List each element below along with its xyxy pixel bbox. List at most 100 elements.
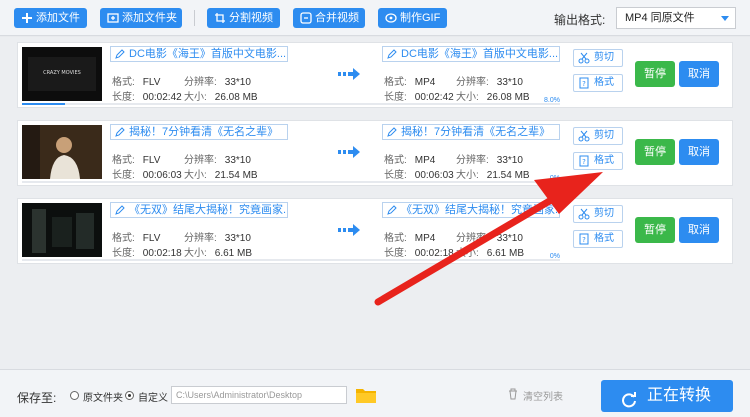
video-thumbnail: [22, 203, 102, 257]
source-format: 格式: FLV: [112, 233, 161, 244]
svg-text:?: ?: [582, 80, 586, 88]
plus-icon: [21, 12, 33, 24]
thumbnail-caption: CRAZY MOVIES: [43, 70, 81, 76]
pencil-icon: [115, 205, 125, 215]
right-arrows-icon: [338, 223, 362, 237]
scissors-icon: [578, 208, 590, 220]
source-resolution: 分辨率: 33*10: [184, 155, 251, 166]
progress-bar: [22, 259, 560, 261]
format-icon: ?: [578, 233, 590, 245]
add-file-label: 添加文件: [36, 12, 80, 24]
source-resolution: 分辨率: 33*10: [184, 233, 251, 244]
source-title-text: 揭秘！7分钟看清《无名之辈》: [129, 126, 279, 138]
progress-percent: 8.0%: [544, 97, 560, 104]
target-title-text: 《无双》结尾大揭秘！究竟画家.: [401, 204, 559, 216]
file-row: 《无双》结尾大揭秘！究竟画家. 格式: FLV 分辨率: 33*10 长度: 00:0…: [17, 198, 733, 264]
progress-bar: [22, 181, 560, 183]
target-title[interactable]: 揭秘！7分钟看清《无名之辈》: [382, 124, 560, 140]
convert-button[interactable]: 正在转换: [601, 380, 733, 412]
scissors-icon: [578, 52, 590, 64]
file-row: 揭秘！7分钟看清《无名之辈》 格式: FLV 分辨率: 33*10 长度: 00:06…: [17, 120, 733, 186]
target-format: 格式: MP4: [384, 155, 436, 166]
pencil-icon: [115, 49, 125, 59]
source-title[interactable]: DC电影《海王》首版中文电影...: [110, 46, 288, 62]
cut-label: 剪切: [594, 52, 614, 63]
source-duration: 长度: 00:06:03: [112, 170, 182, 181]
target-size: 大小: 6.61 MB: [456, 248, 525, 259]
pencil-icon: [387, 49, 397, 59]
format-button[interactable]: ? 格式: [573, 230, 623, 248]
split-video-button[interactable]: 分割视频: [207, 8, 280, 28]
target-format: 格式: MP4: [384, 77, 436, 88]
toolbar-divider: [194, 10, 195, 26]
target-resolution: 分辨率: 33*10: [456, 77, 523, 88]
custom-label: 自定义: [138, 393, 168, 404]
source-title[interactable]: 《无双》结尾大揭秘！究竟画家.: [110, 202, 288, 218]
format-button[interactable]: ? 格式: [573, 74, 623, 92]
target-title[interactable]: DC电影《海王》首版中文电影...: [382, 46, 560, 62]
scissors-icon: [578, 130, 590, 142]
target-size: 大小: 26.08 MB: [456, 92, 530, 103]
output-path-field[interactable]: C:\Users\Administrator\Desktop: [171, 386, 347, 404]
make-gif-label: 制作GIF: [400, 12, 441, 24]
format-icon: ?: [578, 77, 590, 89]
format-label: 格式: [594, 233, 614, 244]
output-format-label: 输出格式:: [554, 13, 606, 27]
right-arrows-icon: [338, 145, 362, 159]
toolbar: 添加文件 添加文件夹 分割视频 合并视频 制作GIF 输出格式: MP4 同原文…: [0, 0, 750, 36]
pause-button[interactable]: 暂停: [635, 139, 675, 165]
cut-button[interactable]: 剪切: [573, 49, 623, 67]
target-title-text: DC电影《海王》首版中文电影...: [401, 48, 559, 60]
add-file-button[interactable]: 添加文件: [14, 8, 87, 28]
target-title[interactable]: 《无双》结尾大揭秘！究竟画家.: [382, 202, 560, 218]
source-info: 揭秘！7分钟看清《无名之辈》: [110, 124, 288, 140]
source-folder-label: 原文件夹: [83, 393, 123, 404]
source-folder-radio[interactable]: [70, 391, 79, 400]
cancel-button[interactable]: 取消: [679, 217, 719, 243]
make-gif-button[interactable]: 制作GIF: [378, 8, 447, 28]
source-info: DC电影《海王》首版中文电影...: [110, 46, 288, 62]
merge-icon: [300, 12, 312, 24]
cancel-button[interactable]: 取消: [679, 139, 719, 165]
progress-percent: 0%: [549, 175, 560, 182]
merge-video-button[interactable]: 合并视频: [293, 8, 365, 28]
custom-radio[interactable]: [125, 391, 134, 400]
cut-label: 剪切: [594, 130, 614, 141]
video-thumbnail: CRAZY MOVIES: [22, 47, 102, 101]
save-to-label: 保存至:: [17, 391, 57, 405]
progress-fill: [22, 103, 65, 105]
cut-button[interactable]: 剪切: [573, 205, 623, 223]
source-resolution: 分辨率: 33*10: [184, 77, 251, 88]
pause-button[interactable]: 暂停: [635, 61, 675, 87]
target-duration: 长度: 00:02:42: [384, 92, 454, 103]
folder-icon[interactable]: [355, 386, 377, 404]
source-title[interactable]: 揭秘！7分钟看清《无名之辈》: [110, 124, 288, 140]
target-title-text: 揭秘！7分钟看清《无名之辈》: [401, 126, 551, 138]
target-info: 揭秘！7分钟看清《无名之辈》: [382, 124, 560, 140]
merge-video-label: 合并视频: [315, 12, 359, 24]
format-icon: ?: [578, 155, 590, 167]
pencil-icon: [115, 127, 125, 137]
source-title-text: 《无双》结尾大揭秘！究竟画家.: [129, 204, 287, 216]
pause-button[interactable]: 暂停: [635, 217, 675, 243]
add-folder-button[interactable]: 添加文件夹: [100, 8, 182, 28]
target-resolution: 分辨率: 33*10: [456, 155, 523, 166]
clear-list-button[interactable]: 清空列表: [507, 388, 563, 403]
source-format: 格式: FLV: [112, 77, 161, 88]
file-row: CRAZY MOVIES DC电影《海王》首版中文电影... 格式: FLV 分辨…: [17, 42, 733, 108]
target-info: DC电影《海王》首版中文电影...: [382, 46, 560, 62]
target-duration: 长度: 00:02:18: [384, 248, 454, 259]
format-button[interactable]: ? 格式: [573, 152, 623, 170]
cut-button[interactable]: 剪切: [573, 127, 623, 145]
file-list: CRAZY MOVIES DC电影《海王》首版中文电影... 格式: FLV 分辨…: [0, 37, 750, 369]
format-label: 格式: [594, 155, 614, 166]
output-format-select[interactable]: MP4 同原文件: [616, 7, 736, 29]
cancel-button[interactable]: 取消: [679, 61, 719, 87]
refresh-icon: [621, 388, 637, 408]
pencil-icon: [387, 205, 397, 215]
progress-bar: [22, 103, 560, 105]
right-arrows-icon: [338, 67, 362, 81]
source-format: 格式: FLV: [112, 155, 161, 166]
format-label: 格式: [594, 77, 614, 88]
gif-icon: [385, 12, 397, 24]
